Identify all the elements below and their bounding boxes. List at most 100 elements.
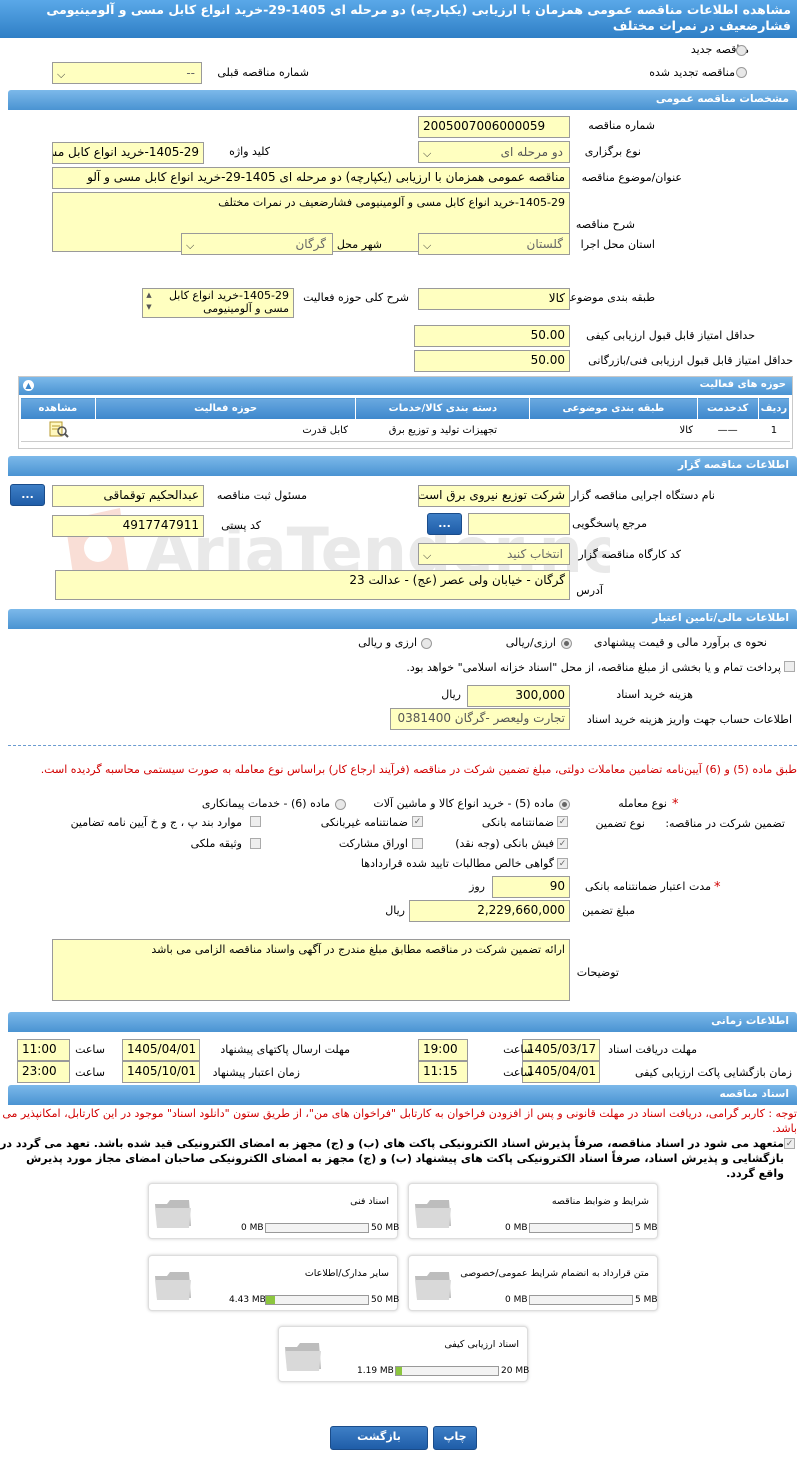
folder-icon (155, 1200, 191, 1228)
duration-field: 90 (492, 876, 570, 898)
document-card[interactable]: شرایط و ضوابط مناقصه 0 MB 5 MB (408, 1183, 658, 1239)
nonbank-guarantee-checkbox[interactable]: ✓ (412, 816, 423, 827)
treasury-checkbox[interactable] (784, 661, 795, 672)
activities-header: حوزه های فعالیت (19, 377, 792, 395)
bonds-label: اوراق مشارکت (338, 837, 408, 850)
document-usage-bar (265, 1295, 369, 1305)
folder-icon (415, 1200, 451, 1228)
organizer-section-header: اطلاعات مناقصه گزار (8, 456, 797, 476)
document-usage-bar (395, 1366, 499, 1376)
deal-type-5-radio[interactable] (559, 799, 570, 810)
cash-checkbox[interactable]: ✓ (557, 838, 568, 849)
document-usage-bar (529, 1295, 633, 1305)
print-button[interactable]: چاپ (433, 1426, 477, 1450)
estimate-option-2-label: ارزی و ریالی (358, 636, 417, 649)
claims-label: گواهی خالص مطالبات تایید شده قراردادها (360, 857, 554, 870)
document-card[interactable]: سایر مدارک/اطلاعات 4.43 MB 50 MB (148, 1255, 399, 1311)
device-field: شرکت توزیع نیروی برق است (418, 485, 570, 507)
document-card[interactable]: اسناد ارزیابی کیفی 1.19 MB 20 MB (278, 1326, 529, 1382)
open-time-field: 11:15 (418, 1061, 468, 1083)
deal-type-6-radio[interactable] (335, 799, 346, 810)
collapse-icon[interactable]: ▲ (23, 380, 34, 391)
document-card[interactable]: اسناد فنی 0 MB 50 MB (148, 1183, 400, 1239)
min-tech-label: حداقل امتیاز قابل قبول ارزیابی فنی/بازرگ… (588, 354, 793, 367)
divider (8, 745, 797, 746)
estimate-option-1-label: ارزی/ریالی (505, 636, 556, 649)
chevron-down-icon: ⌵ (423, 147, 432, 160)
bonds-checkbox[interactable] (412, 838, 423, 849)
holding-type-label: نوع برگزاری (584, 145, 641, 158)
document-usage-bar (265, 1223, 369, 1233)
scope-value: 1405-29-خرید انواع کابل مسی و آلومینیومی (168, 289, 289, 315)
city-select[interactable]: گرگان ⌵ (181, 233, 333, 255)
registrar-lookup-button[interactable]: ... (10, 484, 45, 506)
estimate-label: نحوه ی برآورد مالی و قیمت پیشنهادی (593, 636, 767, 649)
clause-items-checkbox[interactable] (250, 816, 261, 827)
open-date-field: 1405/04/01 (522, 1061, 600, 1083)
receive-label: مهلت دریافت اسناد (608, 1043, 697, 1056)
send-time-field: 11:00 (17, 1039, 70, 1061)
estimate-option-1-radio[interactable] (561, 638, 572, 649)
send-label: مهلت ارسال پاکتهای پیشنهاد (220, 1043, 350, 1056)
receive-time-label: ساعت (503, 1043, 533, 1056)
postal-code-field: 4917747911 (52, 515, 204, 537)
valid-label: زمان اعتبار پیشنهاد (212, 1066, 300, 1079)
col-header: کدخدمت (696, 397, 759, 420)
tender-number-field: 2005007006000059 (418, 116, 570, 138)
send-date-field: 1405/04/01 (122, 1039, 200, 1061)
guarantee-type-label: تضمین شرکت در مناقصه: (665, 817, 785, 830)
guarantee-desc-field: ارائه تضمین شرکت در مناقصه مطابق مبلغ من… (52, 939, 570, 1001)
workshop-select[interactable]: انتخاب کنید ⌵ (418, 543, 570, 565)
col-header: ردیف (757, 397, 791, 420)
deal-type-label: نوع معامله (618, 797, 667, 810)
document-card[interactable]: متن قرارداد به انضمام شرایط عمومی/خصوصی … (408, 1255, 658, 1311)
workshop-value: انتخاب کنید (506, 547, 563, 561)
province-select[interactable]: گلستان ⌵ (418, 233, 570, 255)
cash-label: فیش بانکی (وجه نقد) (455, 837, 554, 850)
property-label: وثیقه ملکی (190, 837, 242, 850)
required-marker: * (714, 880, 721, 895)
account-field: تجارت ولیعصر -گرگان 0381400 (390, 708, 570, 730)
cell-view[interactable] (20, 419, 96, 442)
view-details-icon[interactable] (47, 420, 69, 438)
scope-label: شرح کلی حوزه فعالیت (303, 291, 409, 304)
estimate-option-2-radio[interactable] (421, 638, 432, 649)
keyword-label: کلید واژه (229, 145, 270, 158)
reference-lookup-button[interactable]: ... (427, 513, 462, 535)
document-max: 50 MB (371, 1223, 400, 1233)
category-label: طبقه بندی موضوعی (561, 291, 655, 304)
new-tender-radio[interactable] (736, 45, 747, 56)
usage-fill (396, 1367, 403, 1375)
document-size: 0 MB (505, 1223, 528, 1233)
doc-fee-label: هزینه خرید اسناد (616, 688, 693, 701)
duration-label: مدت اعتبار ضمانتنامه بانکی (584, 880, 711, 893)
cell-code: —— (697, 419, 759, 442)
pledge-checkbox[interactable]: ✓ (784, 1138, 795, 1149)
finance-section-header: اطلاعات مالی/تامین اعتبار (8, 609, 797, 629)
renewed-tender-radio[interactable] (736, 67, 747, 78)
open-time-label: ساعت (503, 1066, 533, 1079)
document-title: اسناد فنی (350, 1196, 389, 1207)
address-label: آدرس (576, 584, 603, 597)
deal-type-6-label: ماده (6) - خدمات پیمانکاری (201, 797, 330, 810)
province-value: گلستان (526, 237, 563, 251)
min-tech-field: 50.00 (414, 350, 570, 372)
workshop-label: کد کارگاه مناقصه گزار (578, 548, 681, 561)
pledge-text: متعهد می شود در اسناد مناقصه، صرفاً پذیر… (0, 1137, 784, 1180)
page-title: مشاهده اطلاعات مناقصه عمومی همزمان با ار… (0, 0, 797, 38)
prev-number-select[interactable]: -- ⌵ (52, 62, 202, 84)
bank-guarantee-checkbox[interactable]: ✓ (557, 816, 568, 827)
reference-field (468, 513, 570, 535)
chevron-down-icon: ⌵ (186, 239, 195, 252)
general-section-header: مشخصات مناقصه عمومی (8, 90, 797, 110)
back-button[interactable]: بازگشت (330, 1426, 428, 1450)
property-checkbox[interactable] (250, 838, 261, 849)
holding-type-select[interactable]: دو مرحله ای ⌵ (418, 141, 570, 163)
scope-scrollbar[interactable]: ▲ ▼ (143, 289, 155, 317)
description-label: شرح مناقصه (575, 218, 635, 231)
registrar-field: عبدالحکیم توقماقی (52, 485, 204, 507)
prev-number-label: شماره مناقصه قبلی (217, 66, 309, 79)
claims-checkbox[interactable]: ✓ (557, 858, 568, 869)
cell-field: کابل قدرت (95, 419, 356, 442)
document-size: 4.43 MB (229, 1295, 266, 1305)
